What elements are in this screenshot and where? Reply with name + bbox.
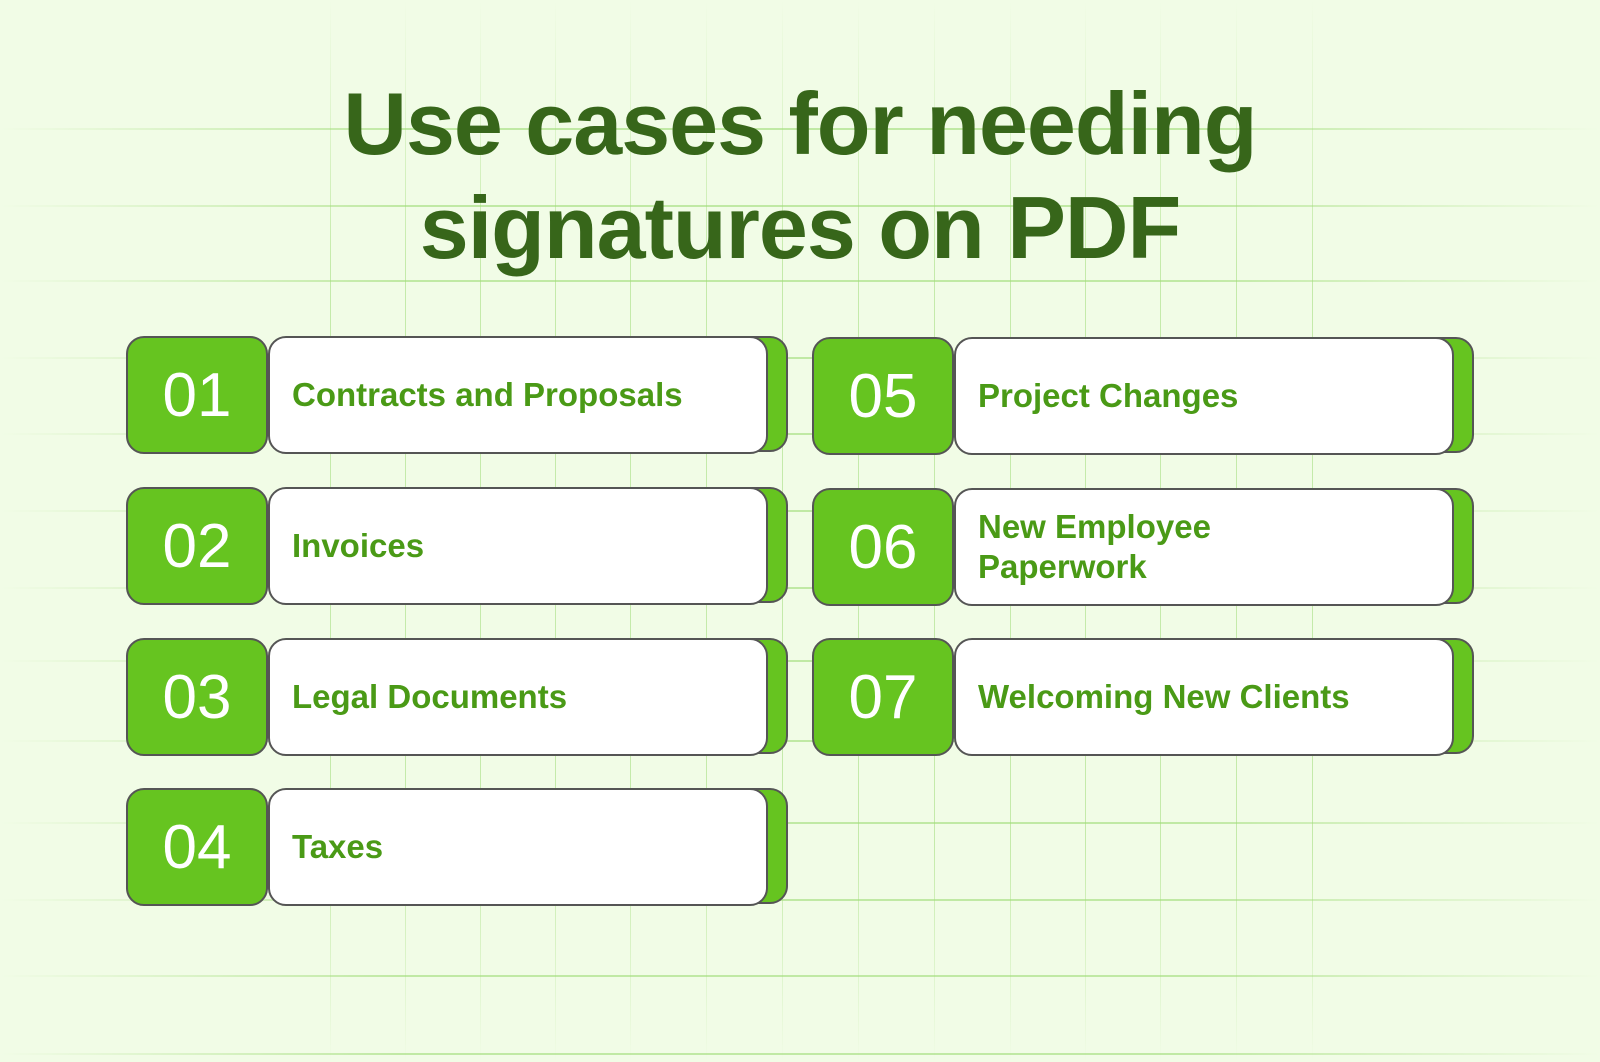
use-case-card: 01 Contracts and Proposals: [126, 336, 788, 454]
title-line-2: signatures on PDF: [419, 178, 1181, 277]
use-case-card: 04 Taxes: [126, 788, 788, 906]
page-title: Use cases for needing signatures on PDF: [0, 72, 1600, 280]
item-label: Invoices: [268, 487, 768, 605]
use-case-card: 05 Project Changes: [812, 337, 1474, 455]
item-label: Project Changes: [954, 337, 1454, 455]
use-case-card: 02 Invoices: [126, 487, 788, 605]
item-number: 03: [126, 638, 268, 756]
item-number: 04: [126, 788, 268, 906]
item-label: Taxes: [268, 788, 768, 906]
item-label: Welcoming New Clients: [954, 638, 1454, 756]
use-case-card: 07 Welcoming New Clients: [812, 638, 1474, 756]
title-line-1: Use cases for needing: [343, 74, 1257, 173]
item-number: 07: [812, 638, 954, 756]
use-case-card: 03 Legal Documents: [126, 638, 788, 756]
item-number: 02: [126, 487, 268, 605]
item-number: 01: [126, 336, 268, 454]
item-label: Contracts and Proposals: [268, 336, 768, 454]
item-label: Legal Documents: [268, 638, 768, 756]
item-number: 06: [812, 488, 954, 606]
item-number: 05: [812, 337, 954, 455]
use-case-card: 06 New Employee Paperwork: [812, 488, 1474, 606]
item-label: New Employee Paperwork: [954, 488, 1454, 606]
